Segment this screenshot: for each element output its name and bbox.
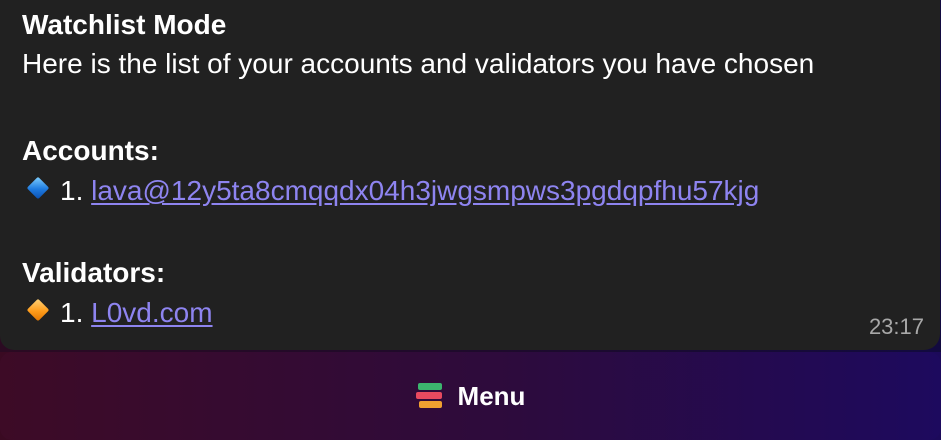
validator-index: 1. — [60, 297, 84, 328]
orange-diamond-icon — [26, 298, 50, 322]
message-description: Here is the list of your accounts and va… — [22, 48, 815, 79]
account-item: 1. lava@12y5ta8cmqqdx04h3jwgsmpws3pgdqpf… — [22, 174, 759, 208]
validator-name-link[interactable]: L0vd.com — [91, 297, 212, 328]
message-bubble: Watchlist Mode Here is the list of your … — [0, 0, 940, 350]
message-time: 23:17 — [868, 314, 924, 339]
validator-item: 1. L0vd.com — [22, 296, 213, 330]
blue-diamond-icon — [26, 176, 50, 200]
menu-button-label: Menu — [457, 380, 526, 411]
books-icon — [415, 382, 444, 410]
accounts-heading: Accounts: — [22, 135, 159, 166]
message-title: Watchlist Mode — [22, 9, 227, 40]
menu-button[interactable]: Menu — [0, 352, 941, 440]
account-address-link[interactable]: lava@12y5ta8cmqqdx04h3jwgsmpws3pgdqpfhu5… — [91, 175, 759, 206]
validators-heading: Validators: — [22, 257, 166, 288]
account-index: 1. — [60, 175, 84, 206]
